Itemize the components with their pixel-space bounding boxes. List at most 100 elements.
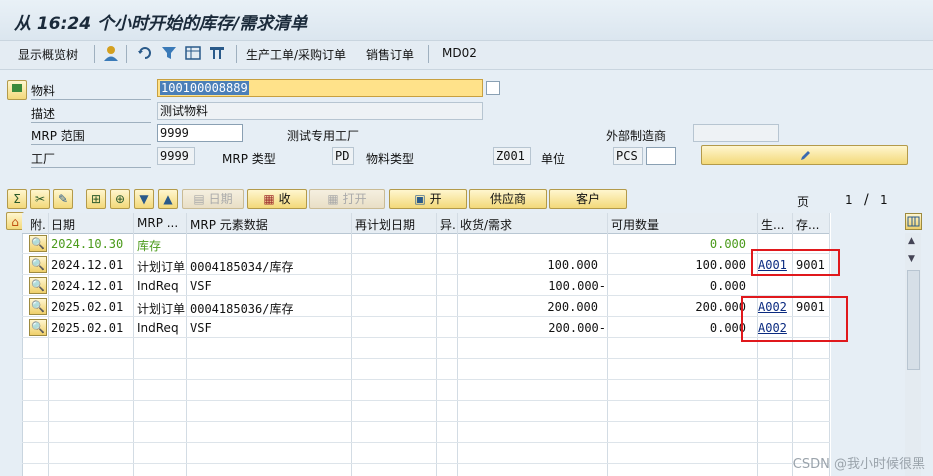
open2-button[interactable]: ▣ 开	[389, 189, 467, 209]
row-mrp-element-data: VSF	[190, 279, 212, 293]
magnifier-icon[interactable]: 🔍	[29, 235, 47, 252]
mrp-area-label: MRP 范围	[31, 127, 151, 145]
scroll-down-icon[interactable]: ▼	[908, 254, 915, 264]
mrp-type-label: MRP 类型	[222, 152, 276, 166]
material-header-toggle-button[interactable]	[7, 80, 27, 100]
refresh-icon[interactable]	[136, 44, 154, 62]
row-available-qty: 200.000	[695, 300, 746, 314]
row-divider	[22, 400, 830, 401]
watermark: CSDN @我小时候很黑	[792, 457, 925, 472]
copy-icon[interactable]	[486, 81, 500, 95]
transfer-icon[interactable]	[208, 44, 226, 62]
col-header-receipt-req[interactable]: 收货/需求	[460, 216, 512, 233]
col-header-mrp-element-data[interactable]: MRP 元素数据	[190, 216, 268, 233]
sales-order-button[interactable]: 销售订单	[366, 46, 414, 63]
grid-icon[interactable]	[184, 44, 202, 62]
row-receipt-qty: 200.000	[547, 300, 598, 314]
col-header-exception[interactable]: 异.	[440, 216, 456, 233]
row-divider	[22, 295, 830, 296]
scissors-icon: ✂	[34, 192, 46, 206]
ext-vendor-label: 外部制造商	[606, 129, 667, 143]
page-total: 1	[880, 193, 888, 207]
row-divider	[22, 379, 830, 380]
page-label: 页	[797, 195, 810, 209]
open-icon: ▦	[327, 192, 343, 206]
row-available-qty: 0.000	[709, 321, 746, 335]
col-header-storage[interactable]: 存...	[796, 216, 819, 233]
magnifier-icon[interactable]: 🔍	[29, 277, 47, 294]
row-date: 2025.02.01	[51, 321, 124, 335]
date-button[interactable]: ▤ 日期	[182, 189, 244, 209]
magnifier-icon[interactable]: 🔍	[29, 298, 47, 315]
pencil-icon: ✎	[57, 192, 69, 206]
edit-line-button[interactable]: ✎	[53, 189, 73, 209]
scrollbar-thumb[interactable]	[907, 270, 920, 370]
mrp-type-field: PD	[332, 147, 354, 165]
column-settings-icon[interactable]	[905, 213, 922, 230]
plant-field: 9999	[157, 147, 195, 165]
col-header-attach[interactable]: 附.	[30, 216, 46, 233]
row-mrp-element: 计划订单	[137, 260, 186, 274]
row-mrp-element: IndReq	[137, 321, 179, 335]
col-header-available-qty[interactable]: 可用数量	[611, 216, 659, 233]
show-overview-tree-button[interactable]: 显示概览树	[18, 46, 78, 63]
toolbar-separator	[428, 45, 429, 63]
toolbar-separator	[236, 45, 237, 63]
page-current: 1	[845, 193, 853, 207]
row-divider	[22, 463, 830, 464]
unit-field: PCS	[613, 147, 643, 165]
row-receipt-qty: 100.000	[547, 258, 598, 272]
calendar-icon: ▤	[193, 192, 209, 206]
mrp-area-field[interactable]: 9999	[157, 124, 243, 142]
material-type-label: 物料类型	[366, 152, 415, 166]
material-label: 物料	[31, 82, 151, 100]
receive-button[interactable]: ▦ 收	[247, 189, 307, 209]
sort-down-button[interactable]: ▼	[134, 189, 154, 209]
edit-button[interactable]	[701, 145, 908, 165]
row-mrp-element-data: 0004185034/库存	[190, 260, 294, 274]
unit-extra-field[interactable]	[646, 147, 676, 165]
document-icon: ▣	[414, 192, 430, 206]
material-input[interactable]: 100100008889	[157, 79, 483, 97]
material-type-field: Z001	[493, 147, 531, 165]
magnifier-icon[interactable]: 🔍	[29, 319, 47, 336]
row-divider	[22, 358, 830, 359]
receive-button-label: 收	[278, 192, 291, 206]
col-header-mrp-element[interactable]: MRP ...	[137, 216, 178, 230]
row-receipt-qty: 100.000-	[548, 279, 606, 293]
filter-icon[interactable]	[160, 44, 178, 62]
sort-up-icon: ▲	[163, 192, 173, 206]
sort-up-button[interactable]: ▲	[158, 189, 178, 209]
row-divider	[22, 337, 830, 338]
material-value: 100100008889	[160, 81, 249, 95]
magnifier-icon[interactable]: 🔍	[29, 256, 47, 273]
open-button[interactable]: ▦ 打开	[309, 189, 385, 209]
scroll-up-icon[interactable]: ▲	[908, 236, 915, 246]
vendor-button[interactable]: 供应商	[469, 189, 547, 209]
sum-button[interactable]: Σ	[7, 189, 27, 209]
toolbar-separator	[126, 45, 127, 63]
sort-down-icon: ▼	[139, 192, 149, 206]
page-separator: /	[864, 192, 869, 208]
layout-icon: ⌂	[11, 215, 19, 229]
row-date: 2024.12.01	[51, 258, 124, 272]
compare-button[interactable]: ✂	[30, 189, 50, 209]
pencil-icon	[800, 150, 810, 160]
row-mrp-element-data: VSF	[190, 321, 212, 335]
col-header-date[interactable]: 日期	[51, 216, 75, 233]
row-available-qty: 0.000	[709, 279, 746, 293]
open-button-label: 打开	[342, 192, 367, 206]
col-header-production[interactable]: 生...	[761, 216, 784, 233]
expand-all-button[interactable]: ⊕	[110, 189, 130, 209]
row-mrp-element: 计划订单	[137, 302, 186, 316]
sigma-icon: Σ	[13, 192, 21, 206]
hierarchy-icon: ⊞	[90, 192, 102, 206]
expand-hierarchy-button[interactable]: ⊞	[86, 189, 106, 209]
plant-label: 工厂	[31, 150, 151, 168]
customer-button[interactable]: 客户	[549, 189, 627, 209]
person-icon[interactable]	[102, 44, 120, 62]
ext-vendor-field	[693, 124, 779, 142]
prod-purchase-order-button[interactable]: 生产工单/采购订单	[246, 46, 346, 63]
md02-button[interactable]: MD02	[442, 46, 477, 60]
col-header-reschedule-date[interactable]: 再计划日期	[355, 216, 415, 233]
